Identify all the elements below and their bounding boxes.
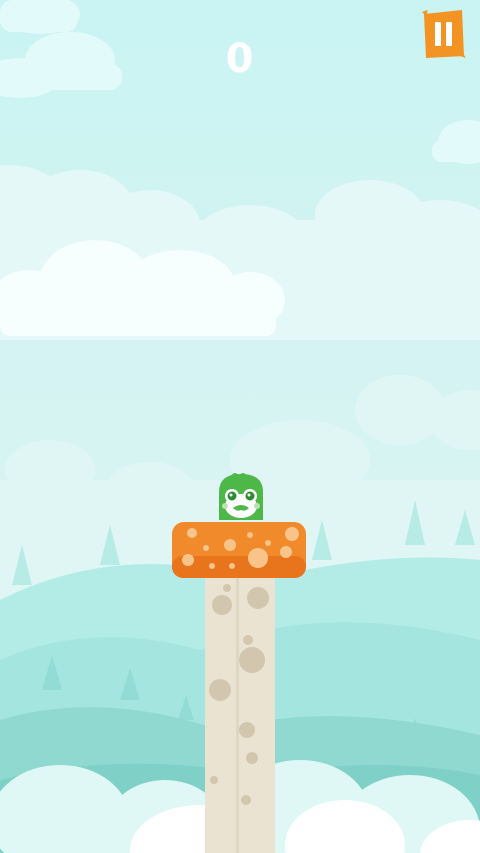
game-stage[interactable]: 0	[0, 0, 480, 853]
pause-icon	[422, 10, 466, 58]
green-blob-character	[219, 473, 263, 520]
pause-button[interactable]	[420, 8, 466, 60]
orange-spotted-platform	[172, 522, 306, 578]
pillar-and-platform	[172, 522, 306, 853]
score-counter: 0	[225, 36, 255, 82]
stone-pillar	[205, 570, 275, 853]
